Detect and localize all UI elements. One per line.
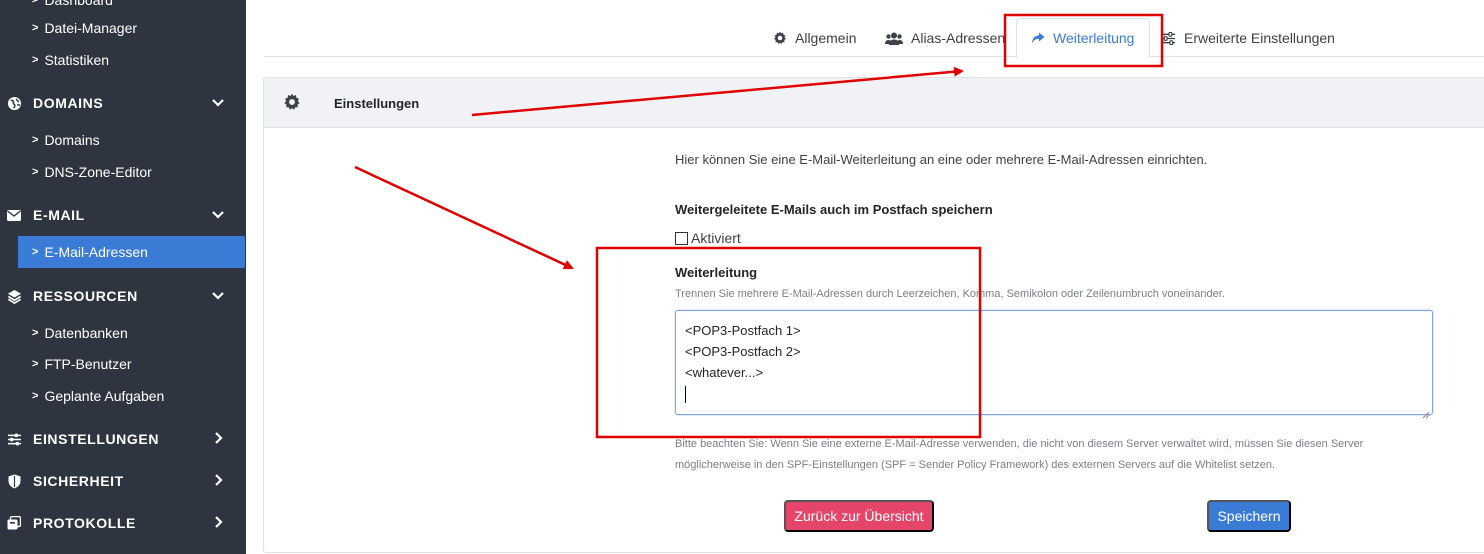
sidebar-section-sicherheit[interactable]: SICHERHEIT [0, 465, 246, 497]
tab-label: Allgemein [795, 30, 857, 46]
sidebar-section-label: RESSOURCEN [33, 288, 138, 304]
card-title: Einstellungen [334, 96, 420, 111]
chevron-right-icon: > [32, 327, 39, 339]
sidebar-item-label: Statistiken [44, 52, 110, 68]
spf-warning-line: möglicherweise in den SPF-Einstellungen … [675, 459, 1276, 471]
sidebar-section-label: PROTOKOLLE [33, 515, 136, 531]
sidebar-section-domains[interactable]: DOMAINS [0, 87, 246, 119]
sidebar-item-label: Datenbanken [44, 325, 128, 341]
chevron-right-icon: > [32, 22, 39, 34]
sidebar: > Dashboard > Datei-Manager > Statistike… [0, 0, 246, 554]
sliders-icon [6, 431, 22, 447]
tab-label: Alias-Adressen [911, 30, 1006, 46]
text-caret [685, 383, 1423, 404]
shield-icon [6, 473, 22, 489]
users-icon [885, 32, 903, 45]
sliders-icon [1161, 31, 1176, 45]
chevron-right-icon [212, 515, 224, 531]
sidebar-section-label: SICHERHEIT [33, 473, 124, 489]
textarea-line: <POP3-Postfach 2> [685, 344, 801, 359]
chevron-right-icon: > [32, 390, 39, 402]
tab-weiterleitung[interactable]: Weiterleitung [1016, 18, 1150, 58]
chevron-right-icon: > [32, 358, 39, 370]
gear-icon [773, 31, 787, 45]
sidebar-item-dns-zone-editor[interactable]: > DNS-Zone-Editor [0, 156, 246, 188]
tab-erweiterte-einstellungen[interactable]: Erweiterte Einstellungen [1161, 18, 1335, 58]
chevron-right-icon: > [32, 134, 39, 146]
sidebar-section-protokolle[interactable]: PROTOKOLLE [0, 507, 246, 539]
sidebar-item-label: Domains [44, 132, 100, 148]
chevron-down-icon [212, 207, 224, 223]
sidebar-item-domains[interactable]: > Domains [0, 124, 246, 156]
tab-alias-adressen[interactable]: Alias-Adressen [885, 18, 1005, 58]
globe-icon [6, 95, 22, 111]
resize-handle[interactable] [1422, 404, 1430, 419]
sidebar-item-label: Geplante Aufgaben [44, 388, 165, 404]
tab-label: Weiterleitung [1053, 30, 1135, 46]
sidebar-section-label: EINSTELLUNGEN [33, 431, 160, 447]
sidebar-item-geplante-aufgaben[interactable]: > Geplante Aufgaben [0, 380, 246, 412]
sidebar-section-einstellungen[interactable]: EINSTELLUNGEN [0, 423, 246, 455]
chevron-right-icon: > [32, 0, 39, 6]
sidebar-item-label: E-Mail-Adressen [44, 244, 148, 260]
sidebar-item-datenbanken[interactable]: > Datenbanken [0, 317, 246, 349]
sidebar-item-email-adressen[interactable]: > E-Mail-Adressen [18, 236, 245, 268]
back-to-overview-button[interactable]: Zurück zur Übersicht [784, 500, 934, 532]
sidebar-section-label: E-MAIL [33, 207, 85, 223]
sidebar-item-label: Datei-Manager [44, 20, 138, 36]
main-content: Allgemein Alias-Adressen Weiterleitung E… [246, 0, 1484, 554]
checkbox-label: Aktiviert [691, 230, 741, 246]
gear-icon [283, 93, 301, 114]
chevron-right-icon [212, 473, 224, 489]
store-copy-checkbox[interactable] [675, 231, 688, 245]
intro-text: Hier können Sie eine E-Mail-Weiterleitun… [675, 152, 1208, 167]
sidebar-item-ftp-benutzer[interactable]: > FTP-Benutzer [0, 348, 246, 380]
chevron-right-icon: > [32, 246, 39, 258]
settings-card: Einstellungen Hier können Sie eine E-Mai… [263, 77, 1484, 553]
forward-hint: Trennen Sie mehrere E-Mail-Adressen durc… [675, 288, 1225, 300]
tab-label: Erweiterte Einstellungen [1184, 30, 1335, 46]
forward-addresses-textarea[interactable]: <POP3-Postfach 1> <POP3-Postfach 2> <wha… [675, 310, 1433, 419]
chevron-down-icon [212, 95, 224, 111]
clone-icon [6, 515, 22, 531]
chevron-right-icon [212, 431, 224, 447]
tab-bar: Allgemein Alias-Adressen Weiterleitung E… [264, 0, 1484, 58]
chevron-right-icon: > [32, 54, 39, 66]
layers-icon [6, 288, 22, 304]
sidebar-section-ressourcen[interactable]: RESSOURCEN [0, 280, 246, 312]
tab-allgemein[interactable]: Allgemein [773, 18, 856, 58]
textarea-line: <whatever...> [685, 365, 764, 380]
sidebar-section-label: DOMAINS [33, 95, 104, 111]
sidebar-item-label: Dashboard [44, 0, 113, 8]
store-copy-checkbox-row[interactable]: Aktiviert [675, 230, 741, 246]
share-icon [1031, 32, 1045, 45]
sidebar-item-statistiken[interactable]: > Statistiken [0, 44, 246, 76]
save-button[interactable]: Speichern [1207, 500, 1291, 532]
envelope-icon [6, 207, 22, 223]
spf-warning-line: Bitte beachten Sie: Wenn Sie eine extern… [675, 438, 1364, 450]
sidebar-section-email[interactable]: E-MAIL [0, 199, 246, 231]
spf-warning: Bitte beachten Sie: Wenn Sie eine extern… [675, 434, 1435, 476]
sidebar-item-label: FTP-Benutzer [44, 356, 132, 372]
chevron-down-icon [212, 288, 224, 304]
chevron-right-icon: > [32, 166, 39, 178]
sidebar-item-label: DNS-Zone-Editor [44, 164, 152, 180]
forward-label: Weiterleitung [675, 265, 758, 280]
textarea-line: <POP3-Postfach 1> [685, 323, 801, 338]
card-header: Einstellungen [264, 78, 1484, 128]
store-copy-label: Weitergeleitete E-Mails auch im Postfach… [675, 202, 993, 217]
sidebar-item-datei-manager[interactable]: > Datei-Manager [0, 12, 246, 44]
